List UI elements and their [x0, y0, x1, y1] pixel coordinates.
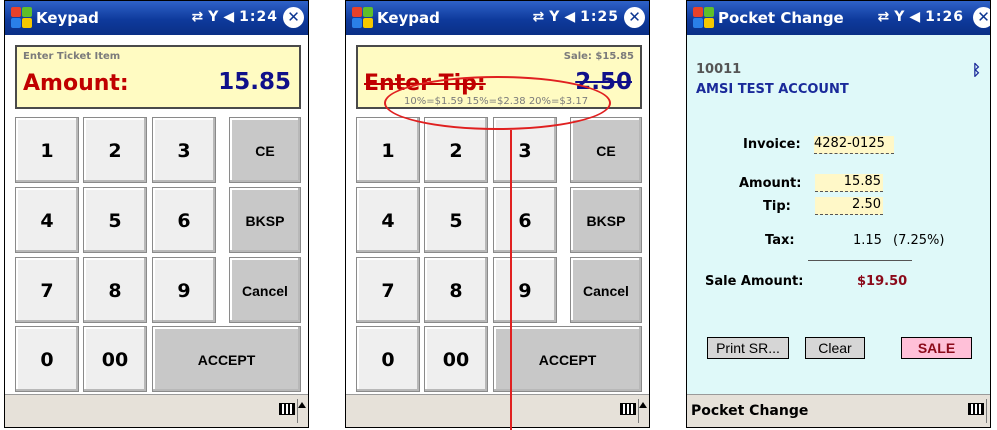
annotation-pointer-line — [510, 130, 512, 430]
connectivity-icon[interactable]: ⇄ — [878, 9, 891, 25]
app-name: Pocket Change — [691, 403, 809, 419]
close-icon[interactable]: ✕ — [283, 7, 304, 28]
key-7[interactable]: 7 — [15, 257, 79, 323]
windows-start-icon[interactable] — [9, 5, 33, 29]
key-5[interactable]: 5 — [424, 187, 488, 253]
windows-start-icon[interactable] — [691, 5, 715, 29]
cancel-button[interactable]: Cancel — [229, 257, 301, 323]
clock[interactable]: 1:25 — [580, 9, 619, 25]
key-3[interactable]: 3 — [152, 117, 216, 183]
tax-rate: (7.25%) — [893, 233, 945, 248]
tip-label: Tip: — [763, 199, 791, 214]
key-2[interactable]: 2 — [83, 117, 147, 183]
key-00[interactable]: 00 — [83, 326, 147, 392]
key-1[interactable]: 1 — [356, 117, 420, 183]
amount-label: Amount: — [739, 176, 802, 191]
key-1[interactable]: 1 — [15, 117, 79, 183]
annotation-ellipse — [384, 76, 611, 130]
key-6[interactable]: 6 — [493, 187, 557, 253]
tax-value: 1.15 — [853, 233, 882, 248]
display-hint: Enter Ticket Item — [23, 51, 121, 62]
signal-icon[interactable]: Y — [208, 9, 219, 25]
status-tray: ⇄ Y ◀ 1:26 — [874, 9, 964, 25]
connectivity-icon[interactable]: ⇄ — [192, 9, 205, 25]
display-value: 15.85 — [218, 69, 291, 95]
menu-bar — [346, 394, 649, 427]
window-title: Keypad — [36, 9, 99, 27]
windows-start-icon[interactable] — [350, 5, 374, 29]
backspace-button[interactable]: BKSP — [229, 187, 301, 253]
key-0[interactable]: 0 — [15, 326, 79, 392]
status-tray: ⇄ Y ◀ 1:24 — [188, 9, 278, 25]
key-9[interactable]: 9 — [493, 257, 557, 323]
clear-button[interactable]: Clear — [805, 337, 865, 359]
sale-amount-value: $19.50 — [857, 274, 908, 289]
window-title: Pocket Change — [718, 9, 844, 27]
keyboard-icon[interactable] — [968, 403, 984, 415]
key-8[interactable]: 8 — [83, 257, 147, 323]
input-panel-arrow-icon[interactable] — [639, 402, 647, 408]
key-8[interactable]: 8 — [424, 257, 488, 323]
ce-button[interactable]: CE — [570, 117, 642, 183]
display-label: Amount: — [23, 71, 129, 96]
invoice-label: Invoice: — [743, 137, 801, 152]
signal-icon[interactable]: Y — [549, 9, 560, 25]
key-9[interactable]: 9 — [152, 257, 216, 323]
amount-field[interactable]: 15.85 — [815, 174, 883, 192]
keyboard-icon[interactable] — [620, 403, 636, 415]
sale-amount-label: Sale Amount: — [705, 274, 804, 289]
close-icon[interactable]: ✕ — [973, 7, 990, 28]
cancel-button[interactable]: Cancel — [570, 257, 642, 323]
clock[interactable]: 1:26 — [925, 9, 964, 25]
speaker-icon[interactable]: ◀ — [564, 9, 576, 25]
amount-display: Enter Ticket Item Amount: 15.85 — [15, 45, 301, 109]
print-receipt-button[interactable]: Print SR... — [707, 337, 789, 359]
key-7[interactable]: 7 — [356, 257, 420, 323]
bluetooth-icon[interactable]: ᛒ — [972, 61, 981, 79]
title-bar: Pocket Change ⇄ Y ◀ 1:26 ✕ — [687, 1, 990, 35]
account-id: 10011 — [696, 62, 742, 77]
clock[interactable]: 1:24 — [239, 9, 278, 25]
title-bar: Keypad ⇄ Y ◀ 1:25 ✕ — [346, 1, 649, 35]
key-4[interactable]: 4 — [15, 187, 79, 253]
menu-bar: Pocket Change — [687, 394, 990, 427]
keyboard-icon[interactable] — [279, 403, 295, 415]
invoice-field[interactable]: 4282-0125 — [814, 136, 894, 154]
connectivity-icon[interactable]: ⇄ — [533, 9, 546, 25]
keypad-screen-2: Keypad ⇄ Y ◀ 1:25 ✕ Sale: $15.85 Enter Tip:… — [345, 0, 650, 428]
title-bar: Keypad ⇄ Y ◀ 1:24 ✕ — [5, 1, 308, 35]
accept-button[interactable]: ACCEPT — [493, 326, 642, 392]
speaker-icon[interactable]: ◀ — [223, 9, 235, 25]
speaker-icon[interactable]: ◀ — [909, 9, 921, 25]
tip-field[interactable]: 2.50 — [815, 197, 883, 215]
sale-form: 10011 AMSI TEST ACCOUNT ᛒ Invoice: 4282-… — [687, 35, 990, 396]
close-icon[interactable]: ✕ — [624, 7, 645, 28]
sale-total: Sale: $15.85 — [563, 51, 634, 62]
account-name: AMSI TEST ACCOUNT — [696, 82, 849, 97]
keypad-screen-1: Keypad ⇄ Y ◀ 1:24 ✕ Enter Ticket Item Amoun… — [4, 0, 309, 428]
accept-button[interactable]: ACCEPT — [152, 326, 301, 392]
tax-label: Tax: — [765, 233, 795, 248]
window-title: Keypad — [377, 9, 440, 27]
key-6[interactable]: 6 — [152, 187, 216, 253]
menu-separator — [986, 399, 987, 423]
key-4[interactable]: 4 — [356, 187, 420, 253]
pocket-change-screen: Pocket Change ⇄ Y ◀ 1:26 ✕ 10011 AMSI TEST … — [686, 0, 991, 428]
backspace-button[interactable]: BKSP — [570, 187, 642, 253]
signal-icon[interactable]: Y — [894, 9, 905, 25]
key-5[interactable]: 5 — [83, 187, 147, 253]
key-0[interactable]: 0 — [356, 326, 420, 392]
menu-bar — [5, 394, 308, 427]
sale-button[interactable]: SALE — [901, 337, 972, 359]
total-divider — [808, 260, 912, 261]
key-00[interactable]: 00 — [424, 326, 488, 392]
ce-button[interactable]: CE — [229, 117, 301, 183]
status-tray: ⇄ Y ◀ 1:25 — [529, 9, 619, 25]
input-panel-arrow-icon[interactable] — [298, 402, 306, 408]
